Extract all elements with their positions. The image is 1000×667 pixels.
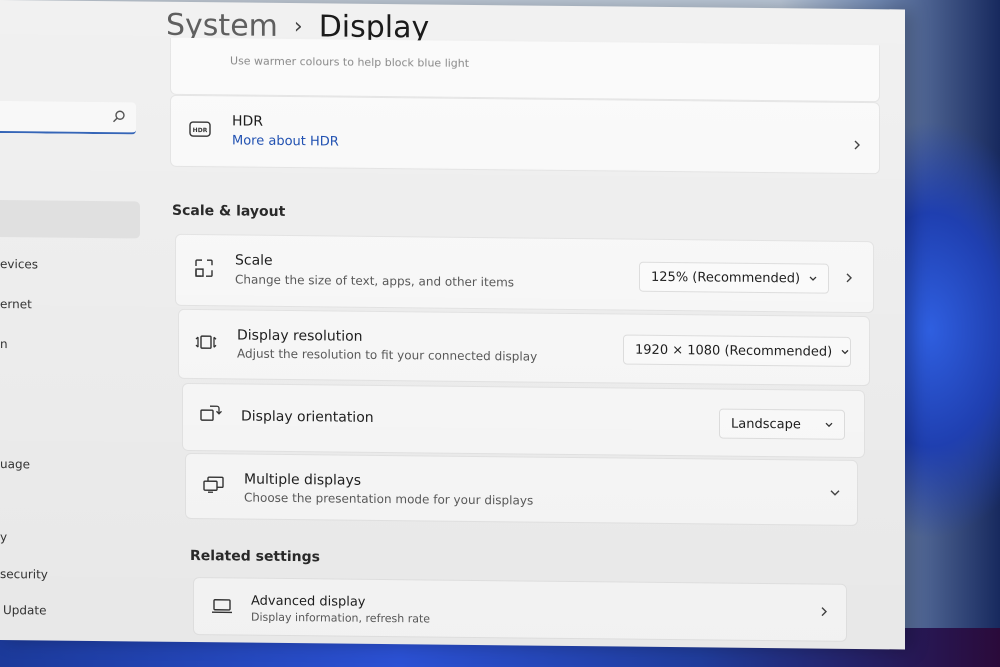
resolution-value: 1920 × 1080 (Recommended) [635, 342, 833, 360]
resolution-card[interactable]: Display resolution Adjust the resolution… [178, 308, 870, 387]
orientation-dropdown[interactable]: Landscape [719, 408, 845, 440]
resolution-dropdown[interactable]: 1920 × 1080 (Recommended) [623, 334, 851, 367]
orientation-icon [200, 405, 222, 421]
night-light-card[interactable] [170, 37, 880, 103]
scale-description: Change the size of text, apps, and other… [235, 272, 515, 290]
chevron-right-icon[interactable] [843, 272, 855, 284]
sidebar-item-personalisation[interactable]: n [0, 337, 8, 351]
hdr-icon: HDR [189, 121, 211, 137]
chevron-down-icon [841, 349, 849, 355]
chevron-right-icon [821, 607, 827, 617]
sidebar-item-network[interactable]: ernet [0, 297, 32, 311]
orientation-card[interactable]: Display orientation Landscape [182, 382, 865, 459]
scale-dropdown[interactable]: 125% (Recommended) [639, 261, 829, 294]
multiple-displays-card[interactable]: Multiple displays Choose the presentatio… [185, 452, 858, 526]
resolution-icon [195, 335, 217, 349]
scale-value: 125% (Recommended) [651, 269, 801, 286]
chevron-down-icon[interactable] [829, 487, 841, 499]
search-input[interactable] [0, 101, 104, 133]
orientation-label: Display orientation [241, 408, 374, 426]
sidebar-item-system[interactable] [0, 200, 140, 239]
sidebar-item-windows-update[interactable]: Update [3, 603, 46, 617]
sidebar-item-security[interactable]: security [0, 567, 48, 582]
chevron-down-icon [809, 276, 817, 281]
search-box[interactable] [0, 101, 136, 135]
scale-icon [195, 259, 213, 277]
multiple-displays-label: Multiple displays [244, 471, 362, 489]
search-icon [113, 110, 125, 123]
monitor-icon [212, 599, 232, 614]
section-scale-layout: Scale & layout [172, 202, 286, 220]
chevron-right-icon [854, 140, 860, 150]
resolution-label: Display resolution [237, 327, 363, 345]
scale-label: Scale [235, 252, 273, 269]
settings-window: evices ernet n uage y security Update Sy… [0, 0, 905, 650]
advanced-display-description: Display information, refresh rate [251, 610, 431, 626]
hdr-card[interactable]: HDR HDR More about HDR [170, 94, 880, 175]
advanced-display-label: Advanced display [251, 593, 366, 610]
chevron-down-icon [825, 422, 833, 428]
breadcrumb-separator-icon: › [293, 14, 303, 40]
multiple-displays-description: Choose the presentation mode for your di… [244, 490, 534, 508]
hdr-label: HDR [232, 113, 264, 130]
sidebar-item-language[interactable]: uage [0, 457, 30, 471]
scale-card[interactable]: Scale Change the size of text, apps, and… [175, 233, 874, 314]
night-light-description: Use warmer colours to help block blue li… [230, 54, 470, 70]
orientation-value: Landscape [731, 416, 801, 432]
multiple-displays-icon [203, 476, 224, 493]
resolution-description: Adjust the resolution to fit your connec… [237, 346, 538, 364]
sidebar: evices ernet n uage y security Update [0, 0, 150, 642]
sidebar-item-devices[interactable]: evices [0, 257, 38, 271]
sidebar-item-privacy[interactable]: y [0, 530, 7, 544]
hdr-more-link[interactable]: More about HDR [232, 133, 339, 149]
advanced-display-card[interactable]: Advanced display Display information, re… [193, 577, 847, 642]
section-related-settings: Related settings [190, 547, 320, 566]
svg-text:HDR: HDR [193, 127, 208, 134]
